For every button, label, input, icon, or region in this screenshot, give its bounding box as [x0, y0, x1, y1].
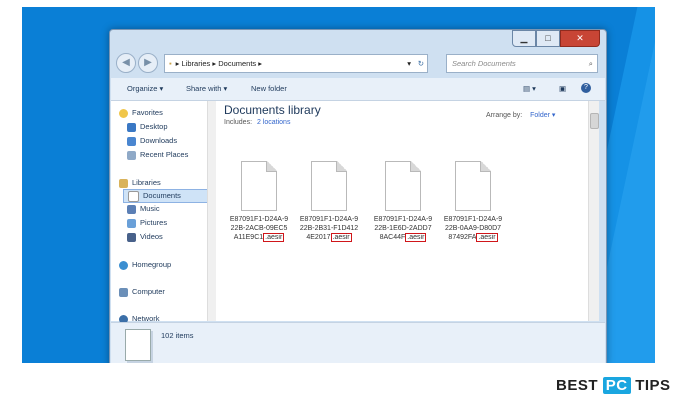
file-list-scrollbar[interactable]: [588, 101, 599, 321]
music-icon: [127, 204, 136, 214]
nav-downloads[interactable]: Downloads: [127, 135, 177, 147]
forward-button[interactable]: ▶: [138, 53, 158, 73]
recent-places-icon: [127, 150, 136, 160]
computer-icon: [119, 287, 128, 297]
file-name: E87091F1-D24A-9 22B-2ACB-09EC5 A11E9C1 .aes…: [229, 216, 289, 242]
close-button[interactable]: ✕: [560, 30, 600, 47]
videos-icon: [127, 232, 136, 242]
organize-button[interactable]: Organize ▾: [127, 84, 163, 93]
file-item[interactable]: E87091F1-D24A-9 22B-0AA9-D80D7 87492FA .aes…: [438, 161, 508, 242]
address-dropdown-icon[interactable]: ▾: [407, 55, 411, 72]
refresh-icon[interactable]: ↻: [418, 55, 424, 72]
nav-videos[interactable]: Videos: [127, 231, 163, 243]
document-icon: [455, 161, 491, 211]
star-icon: [119, 108, 128, 118]
breadcrumb-libraries[interactable]: Libraries: [182, 59, 211, 68]
nav-music[interactable]: Music: [127, 203, 160, 215]
file-name: E87091F1-D24A-9 22B-2B31-F1D412 4E2017 .aes…: [299, 216, 359, 242]
back-button[interactable]: ◀: [116, 53, 136, 73]
file-item[interactable]: E87091F1-D24A-9 22B-1E6D-2ADD7 8AC44F .aesi…: [368, 161, 438, 242]
file-item[interactable]: E87091F1-D24A-9 22B-2ACB-09EC5 A11E9C1 .aes…: [224, 161, 294, 242]
share-with-button[interactable]: Share with ▾: [186, 84, 227, 93]
document-icon: [385, 161, 421, 211]
desktop-background: ▁ □ ✕ ◀ ▶ ▪ ▸ Libraries ▸ Documents ▸ ▾ ↻…: [22, 7, 655, 363]
folder-icon: ▪: [169, 59, 172, 68]
help-icon[interactable]: ?: [581, 83, 591, 93]
navigation-pane: Favorites Desktop Downloads Recent Place…: [111, 101, 211, 324]
address-bar[interactable]: ▪ ▸ Libraries ▸ Documents ▸ ▾ ↻: [164, 54, 428, 73]
view-options-icon[interactable]: ▤ ▾: [523, 84, 536, 93]
library-title: Documents library: [224, 103, 321, 117]
document-icon: [311, 161, 347, 211]
library-includes: Includes: 2 locations: [224, 119, 291, 126]
library-items-icon: [125, 329, 151, 361]
file-list-pane: Documents library Includes: 2 locations …: [216, 101, 588, 321]
nav-desktop[interactable]: Desktop: [127, 121, 168, 133]
arrange-by: Arrange by: Folder ▾: [486, 112, 556, 119]
bestpctips-logo: BEST PC TIPS: [556, 377, 671, 394]
file-extension-highlight: .aesir: [405, 233, 427, 242]
explorer-window: ▁ □ ✕ ◀ ▶ ▪ ▸ Libraries ▸ Documents ▸ ▾ ↻…: [109, 29, 607, 363]
command-bar: Organize ▾ Share with ▾ New folder ▤ ▾ ▣…: [111, 78, 605, 101]
locations-link[interactable]: 2 locations: [257, 119, 290, 126]
scrollbar-thumb[interactable]: [590, 113, 599, 129]
file-extension-highlight: .aesir: [330, 233, 352, 242]
homegroup-icon: [119, 260, 128, 270]
file-name: E87091F1-D24A-9 22B-0AA9-D80D7 87492FA .aes…: [443, 216, 503, 242]
item-count: 102 items: [161, 331, 194, 340]
nav-computer[interactable]: Computer: [119, 286, 165, 298]
nav-recent-places[interactable]: Recent Places: [127, 149, 188, 161]
search-input[interactable]: Search Documents ⌕: [446, 54, 598, 73]
new-folder-button[interactable]: New folder: [251, 84, 287, 93]
nav-homegroup[interactable]: Homegroup: [119, 259, 171, 271]
file-extension-highlight: .aesir: [476, 233, 498, 242]
minimize-button[interactable]: ▁: [512, 30, 536, 47]
document-icon: [241, 161, 277, 211]
file-extension-highlight: .aesir: [263, 233, 285, 242]
nav-documents[interactable]: Documents: [123, 189, 211, 203]
desktop-icon: [127, 122, 136, 132]
window-controls: ▁ □ ✕: [512, 30, 600, 47]
nav-favorites[interactable]: Favorites: [119, 107, 163, 119]
libraries-icon: [119, 178, 128, 188]
documents-icon: [128, 190, 139, 202]
arrange-by-dropdown[interactable]: Folder ▾: [530, 112, 555, 119]
details-pane: 102 items: [111, 322, 605, 363]
file-name: E87091F1-D24A-9 22B-1E6D-2ADD7 8AC44F .aesi…: [373, 216, 433, 242]
file-item[interactable]: E87091F1-D24A-9 22B-2B31-F1D412 4E2017 .aes…: [294, 161, 364, 242]
pictures-icon: [127, 218, 136, 228]
nav-pictures[interactable]: Pictures: [127, 217, 167, 229]
maximize-button[interactable]: □: [536, 30, 560, 47]
search-icon: ⌕: [588, 59, 593, 68]
address-row: ◀ ▶ ▪ ▸ Libraries ▸ Documents ▸ ▾ ↻ Searc…: [116, 50, 602, 76]
navigation-scrollbar[interactable]: [207, 101, 216, 321]
breadcrumb-documents[interactable]: Documents: [218, 59, 256, 68]
nav-libraries[interactable]: Libraries: [119, 177, 161, 189]
downloads-icon: [127, 136, 136, 146]
preview-pane-icon[interactable]: ▣: [559, 84, 566, 93]
